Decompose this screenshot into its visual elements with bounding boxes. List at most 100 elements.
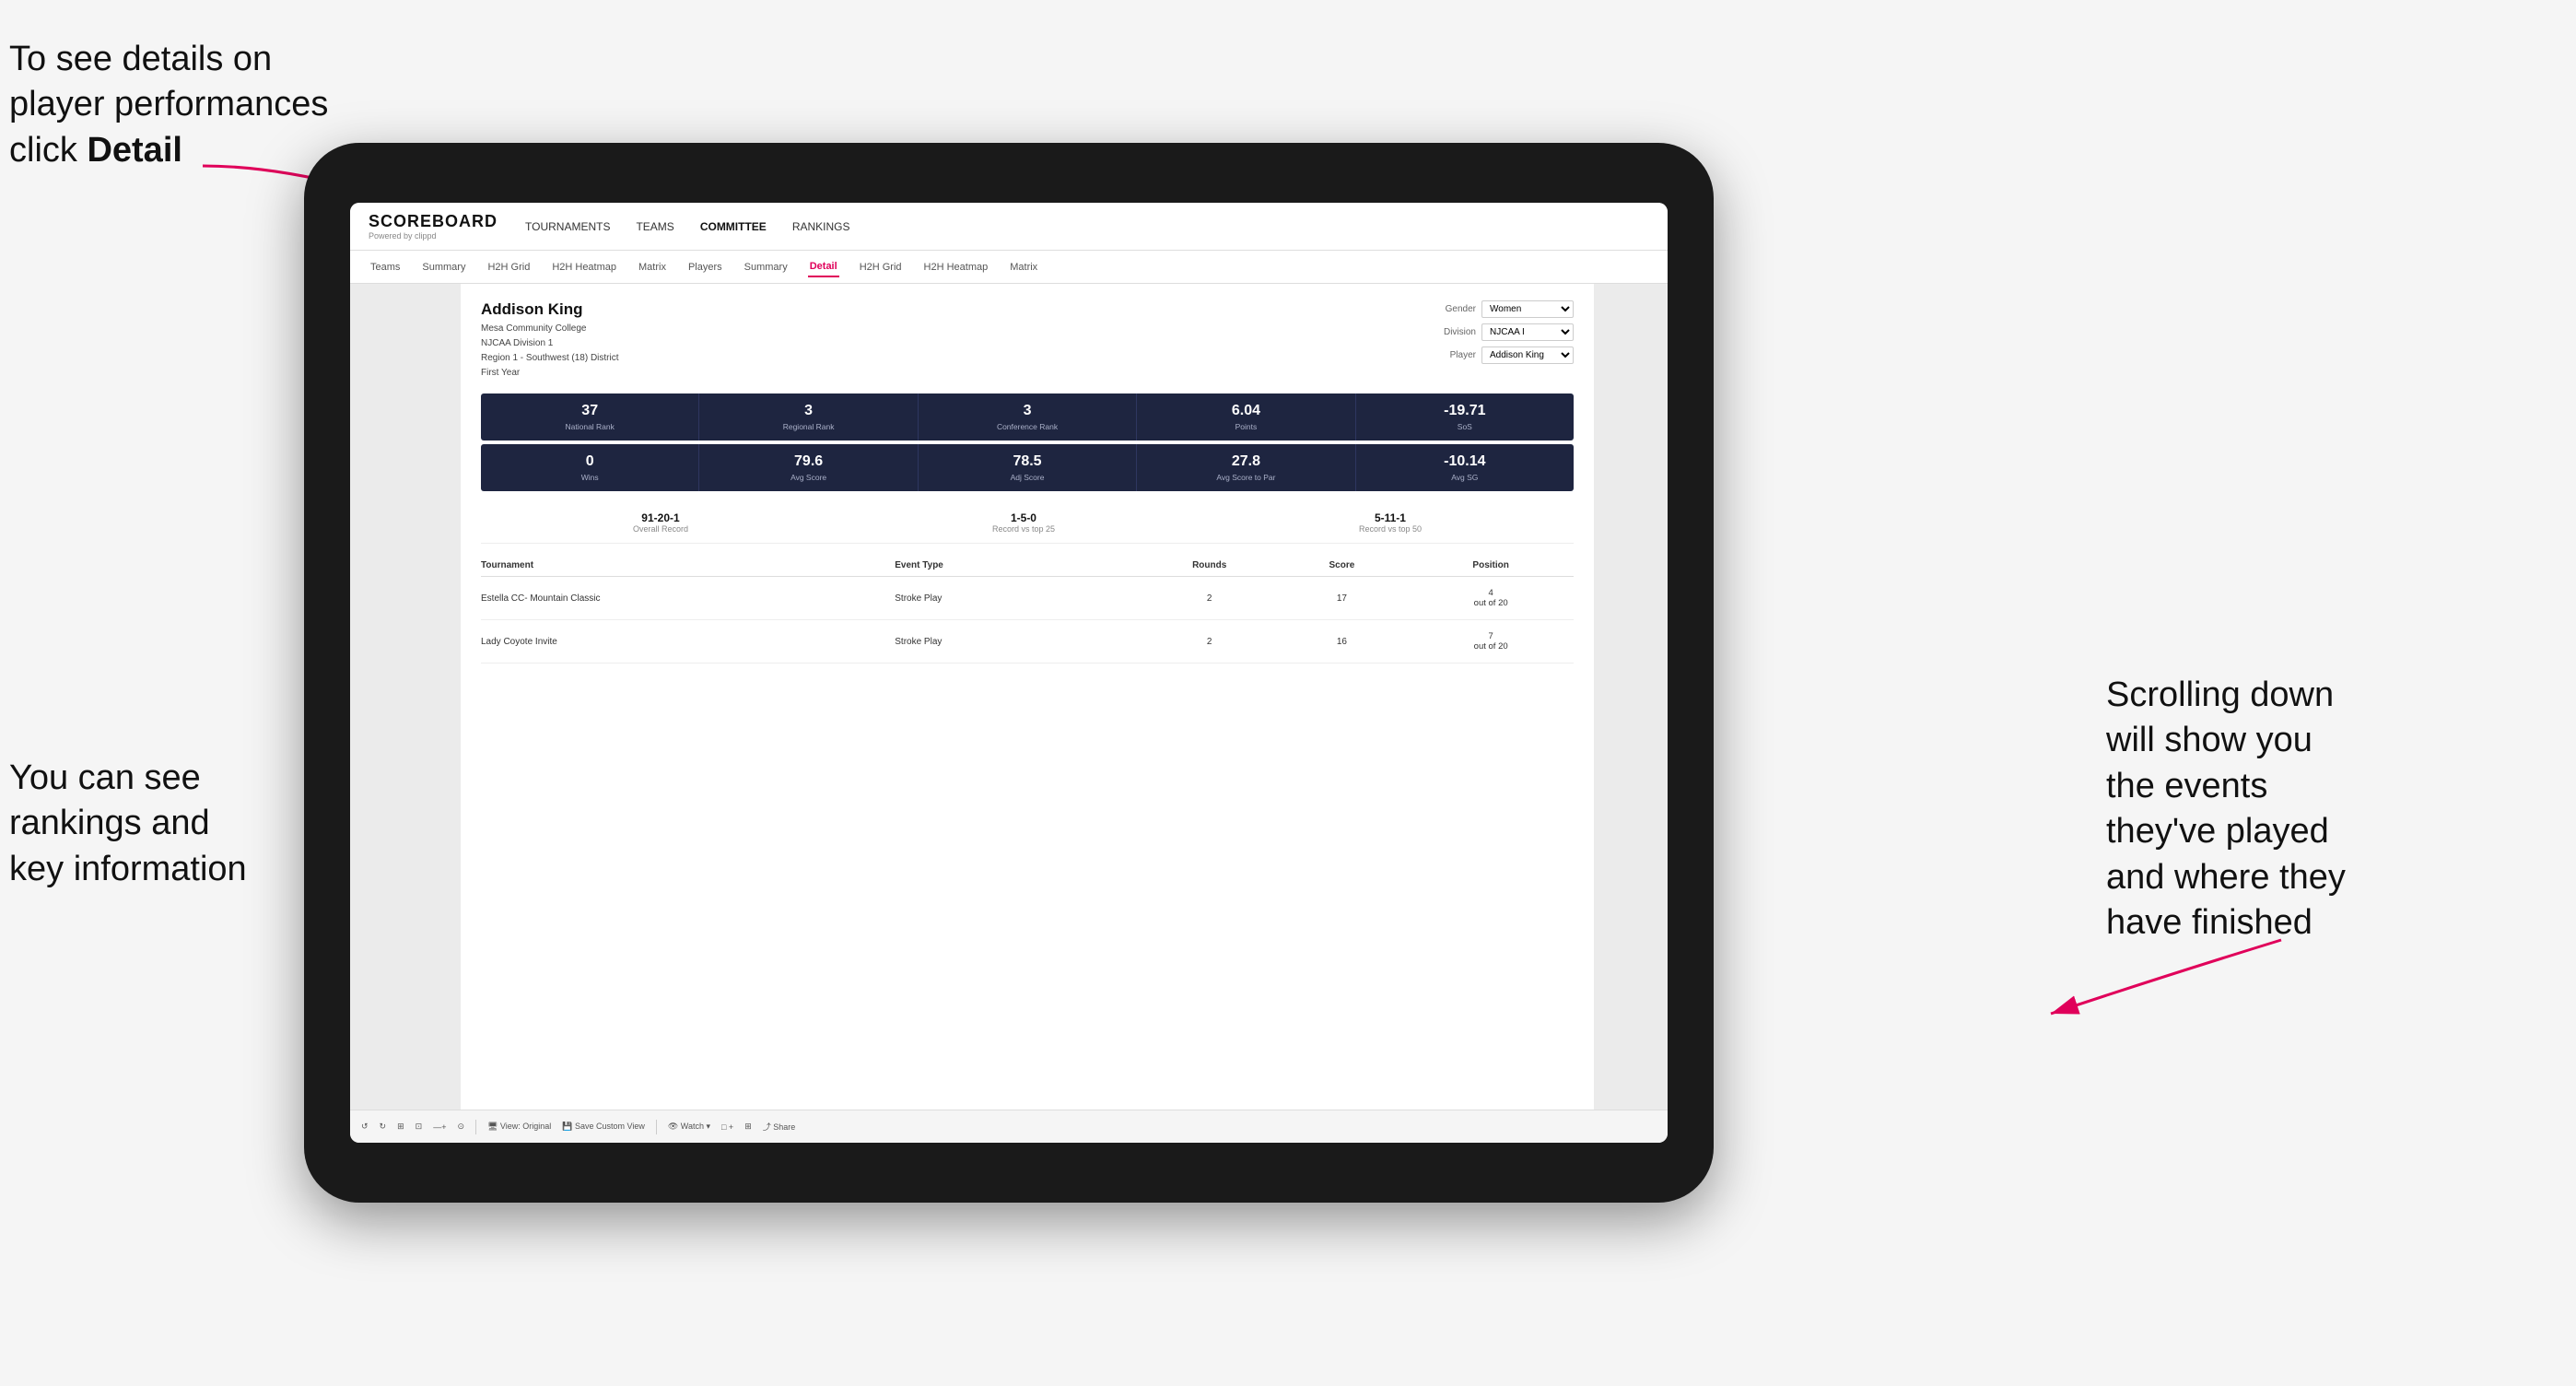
nav-teams[interactable]: TEAMS <box>636 217 673 237</box>
toolbar-grid[interactable]: ⊞ <box>397 1122 404 1132</box>
nav-items: TOURNAMENTS TEAMS COMMITTEE RANKINGS <box>525 217 849 237</box>
nav-committee[interactable]: COMMITTEE <box>700 217 767 237</box>
toolbar-watch[interactable]: 👁 Watch ▾ <box>668 1122 710 1132</box>
player-header: Addison King Mesa Community College NJCA… <box>481 300 1574 381</box>
record-label-top50: Record vs top 50 <box>1359 524 1422 534</box>
stats-row1: 37 National Rank 3 Regional Rank 3 Confe… <box>481 393 1574 440</box>
sub-nav: Teams Summary H2H Grid H2H Heatmap Matri… <box>350 251 1668 284</box>
position-2: 7 out of 20 <box>1408 631 1574 652</box>
stats-row2: 0 Wins 79.6 Avg Score 78.5 Adj Score 27.… <box>481 444 1574 491</box>
stat-adj-score: 78.5 Adj Score <box>919 444 1137 491</box>
sidebar-right <box>1594 284 1668 1110</box>
stat-value-national-rank: 37 <box>488 403 691 419</box>
toolbar-collapse[interactable]: ⊡ <box>416 1122 423 1132</box>
stat-value-conference-rank: 3 <box>926 403 1129 419</box>
filter-player-row: Player Addison King <box>1430 346 1574 364</box>
stat-label-points: Points <box>1144 422 1347 431</box>
rounds-1: 2 <box>1143 593 1276 604</box>
toolbar-view-original[interactable]: 🖥 View: Original <box>487 1122 551 1132</box>
sub-nav-h2hheatmap2[interactable]: H2H Heatmap <box>922 258 990 276</box>
stat-avg-score: 79.6 Avg Score <box>699 444 918 491</box>
sub-nav-players[interactable]: Players <box>686 258 724 276</box>
stat-label-adj-score: Adj Score <box>926 473 1129 482</box>
sub-nav-h2hgrid2[interactable]: H2H Grid <box>858 258 904 276</box>
filter-gender-row: Gender Women Men <box>1430 300 1574 318</box>
record-value-top25: 1-5-0 <box>992 511 1055 524</box>
tournament-table: Tournament Event Type Rounds Score Posit… <box>481 555 1574 664</box>
toolbar-zoom[interactable]: —+ <box>433 1122 446 1132</box>
sub-nav-matrix2[interactable]: Matrix <box>1008 258 1039 276</box>
score-2: 16 <box>1276 637 1409 647</box>
tournament-name-2: Lady Coyote Invite <box>481 637 895 647</box>
tournament-name-1: Estella CC- Mountain Classic <box>481 593 895 604</box>
stat-national-rank: 37 National Rank <box>481 393 699 440</box>
stat-avg-score-par: 27.8 Avg Score to Par <box>1137 444 1355 491</box>
stat-value-sos: -19.71 <box>1364 403 1566 419</box>
logo-sub: Powered by clippd <box>369 231 498 241</box>
stat-label-avg-sg: Avg SG <box>1364 473 1566 482</box>
stat-label-sos: SoS <box>1364 422 1566 431</box>
stat-label-national-rank: National Rank <box>488 422 691 431</box>
table-row: Lady Coyote Invite Stroke Play 2 16 7 ou… <box>481 620 1574 664</box>
stat-conference-rank: 3 Conference Rank <box>919 393 1137 440</box>
stat-value-avg-score-par: 27.8 <box>1144 453 1347 470</box>
toolbar-fullscreen[interactable]: ⊞ <box>744 1122 752 1132</box>
toolbar-save-custom[interactable]: 💾 Save Custom View <box>562 1122 645 1132</box>
stat-label-avg-score-par: Avg Score to Par <box>1144 473 1347 482</box>
stat-value-avg-score: 79.6 <box>707 453 909 470</box>
toolbar-undo[interactable]: ↺ <box>361 1122 369 1132</box>
toolbar-settings[interactable]: ⊙ <box>457 1122 464 1132</box>
sub-nav-teams[interactable]: Teams <box>369 258 402 276</box>
score-1: 17 <box>1276 593 1409 604</box>
nav-tournaments[interactable]: TOURNAMENTS <box>525 217 610 237</box>
player-region: Region 1 - Southwest (18) District <box>481 351 619 366</box>
stat-value-regional-rank: 3 <box>707 403 909 419</box>
stat-value-adj-score: 78.5 <box>926 453 1129 470</box>
toolbar-redo[interactable]: ↻ <box>380 1122 387 1132</box>
arrow-to-table <box>2023 922 2300 1032</box>
record-top50: 5-11-1 Record vs top 50 <box>1359 511 1422 534</box>
col-header-event: Event Type <box>895 560 1143 570</box>
top-nav: SCOREBOARD Powered by clippd TOURNAMENTS… <box>350 203 1668 251</box>
sub-nav-summary2[interactable]: Summary <box>743 258 790 276</box>
record-label-overall: Overall Record <box>633 524 688 534</box>
annotation-bottom-left: You can seerankings andkey information <box>9 756 247 892</box>
filter-player-select[interactable]: Addison King <box>1481 346 1574 364</box>
logo-area: SCOREBOARD Powered by clippd <box>369 212 498 241</box>
filter-division-row: Division NJCAA I NJCAA II <box>1430 323 1574 341</box>
toolbar-share-screen[interactable]: □ + <box>721 1122 733 1132</box>
player-school: Mesa Community College <box>481 322 619 336</box>
sub-nav-summary[interactable]: Summary <box>420 258 467 276</box>
record-top25: 1-5-0 Record vs top 25 <box>992 511 1055 534</box>
annotation-bottom-right: Scrolling downwill show youthe eventsthe… <box>2106 673 2567 946</box>
col-header-rounds: Rounds <box>1143 560 1276 570</box>
sub-nav-detail[interactable]: Detail <box>808 257 839 277</box>
filter-player-label: Player <box>1430 350 1476 360</box>
main-content: Addison King Mesa Community College NJCA… <box>350 284 1668 1110</box>
stat-sos: -19.71 SoS <box>1356 393 1574 440</box>
sidebar-left <box>350 284 461 1110</box>
filter-gender-select[interactable]: Women Men <box>1481 300 1574 318</box>
player-division: NJCAA Division 1 <box>481 336 619 351</box>
sub-nav-h2hgrid[interactable]: H2H Grid <box>486 258 532 276</box>
position-1: 4 out of 20 <box>1408 588 1574 608</box>
annotation-bold: Detail <box>87 131 181 170</box>
filter-division-label: Division <box>1430 327 1476 337</box>
toolbar-divider2 <box>656 1120 657 1134</box>
stat-value-avg-sg: -10.14 <box>1364 453 1566 470</box>
rounds-2: 2 <box>1143 637 1276 647</box>
col-header-tournament: Tournament <box>481 560 895 570</box>
player-name: Addison King <box>481 300 619 319</box>
stat-regional-rank: 3 Regional Rank <box>699 393 918 440</box>
logo-scoreboard: SCOREBOARD <box>369 212 498 231</box>
sub-nav-matrix[interactable]: Matrix <box>637 258 668 276</box>
col-header-position: Position <box>1408 560 1574 570</box>
stat-label-avg-score: Avg Score <box>707 473 909 482</box>
tablet-screen: SCOREBOARD Powered by clippd TOURNAMENTS… <box>350 203 1668 1143</box>
toolbar-share[interactable]: ⤴ Share <box>763 1121 796 1133</box>
filter-division-select[interactable]: NJCAA I NJCAA II <box>1481 323 1574 341</box>
sub-nav-h2hheatmap[interactable]: H2H Heatmap <box>550 258 618 276</box>
toolbar: ↺ ↻ ⊞ ⊡ —+ ⊙ 🖥 View: Original 💾 Save Cus… <box>350 1110 1668 1143</box>
stat-label-regional-rank: Regional Rank <box>707 422 909 431</box>
nav-rankings[interactable]: RANKINGS <box>792 217 850 237</box>
